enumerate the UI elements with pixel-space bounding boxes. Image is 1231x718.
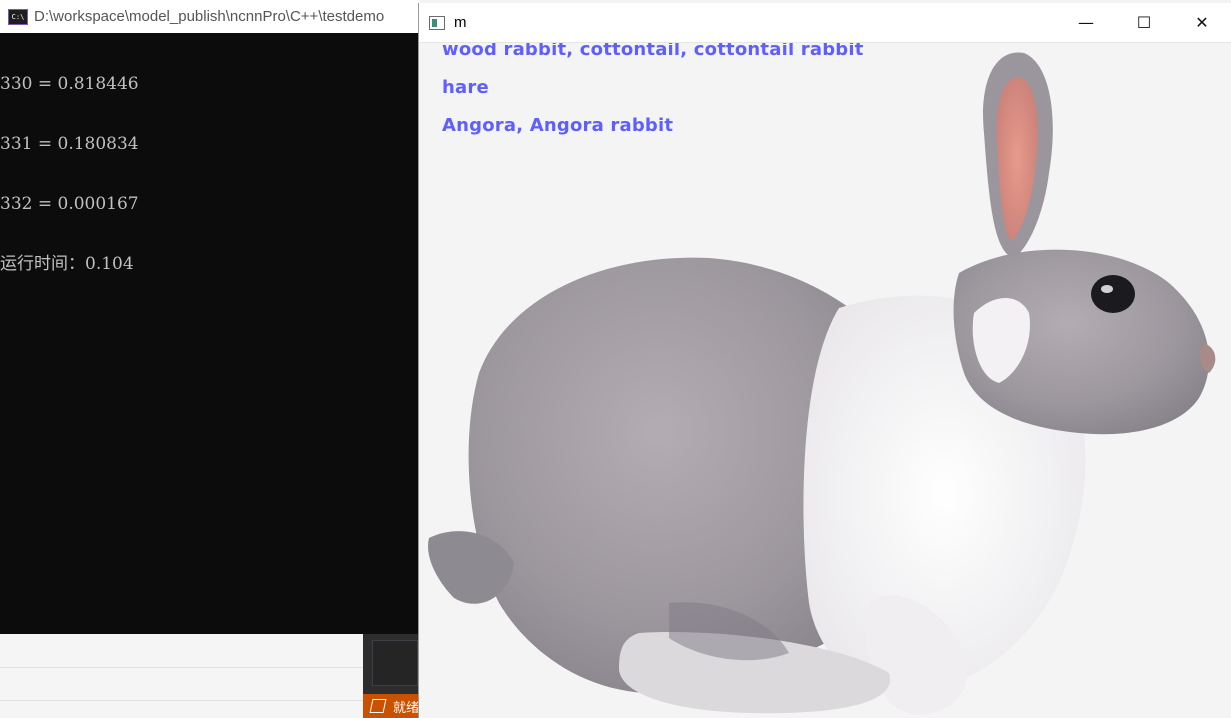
console-output[interactable]: 330 = 0.818446 331 = 0.180834 332 = 0.00…	[0, 34, 139, 314]
console-icon: C:\	[8, 8, 28, 25]
minimize-button[interactable]: —	[1057, 3, 1115, 42]
prediction-label: wood rabbit, cottontail, cottontail rabb…	[442, 43, 864, 60]
console-window[interactable]: C:\ D:\workspace\model_publish\ncnnPro\C…	[0, 0, 420, 634]
close-button[interactable]: ✕	[1173, 3, 1231, 42]
ide-panel	[363, 634, 420, 694]
image-canvas: wood rabbit, cottontail, cottontail rabb…	[419, 43, 1231, 718]
image-window-titlebar[interactable]: m — ☐ ✕	[419, 3, 1231, 43]
console-line: 330 = 0.818446	[0, 74, 139, 94]
maximize-button[interactable]: ☐	[1115, 3, 1173, 42]
console-line: 331 = 0.180834	[0, 134, 139, 154]
status-icon	[369, 699, 387, 713]
ide-editor-background	[0, 634, 420, 718]
ide-panel-inner	[372, 640, 418, 686]
window-app-icon	[429, 15, 445, 30]
console-title: D:\workspace\model_publish\ncnnPro\C++\t…	[34, 8, 385, 25]
divider	[0, 700, 365, 701]
console-titlebar[interactable]: C:\ D:\workspace\model_publish\ncnnPro\C…	[0, 0, 420, 33]
prediction-label: hare	[442, 77, 489, 98]
window-title: m	[454, 14, 467, 31]
divider	[0, 667, 365, 668]
window-controls: — ☐ ✕	[1057, 3, 1231, 42]
image-window[interactable]: m — ☐ ✕ wood rabbit, cottontail, cottont…	[418, 3, 1231, 718]
prediction-label: Angora, Angora rabbit	[442, 115, 674, 136]
console-line: 332 = 0.000167	[0, 194, 139, 214]
prediction-labels: wood rabbit, cottontail, cottontail rabb…	[442, 43, 864, 154]
console-line: 运行时间：0.104	[0, 254, 134, 274]
ide-status-bar: 就绪	[363, 694, 420, 718]
status-text: 就绪	[393, 700, 420, 716]
